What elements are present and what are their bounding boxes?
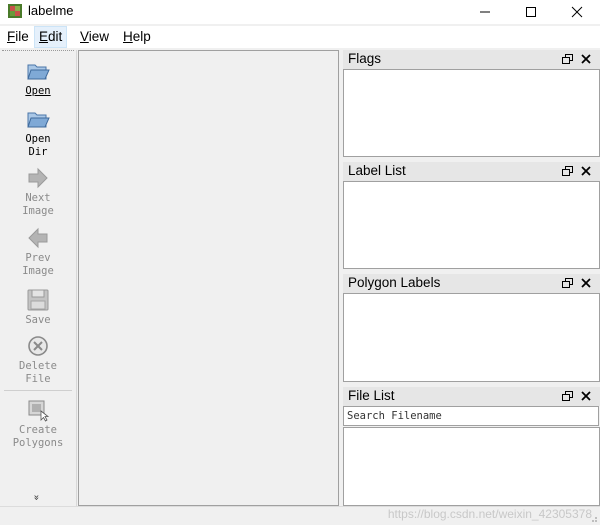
open-dir-button[interactable]: Open Dir	[0, 106, 76, 159]
open-button[interactable]: Open	[0, 58, 76, 98]
save-button[interactable]: Save	[0, 287, 76, 327]
menu-edit-label: dit	[48, 29, 63, 44]
folder-open-icon	[27, 64, 50, 80]
delete-file-button[interactable]: Delete File	[0, 333, 76, 386]
close-icon[interactable]	[580, 165, 592, 177]
file-list[interactable]	[343, 427, 600, 506]
arrow-right-icon	[28, 167, 48, 189]
size-grip-icon[interactable]	[588, 513, 598, 523]
toolbar-grip[interactable]	[2, 50, 74, 53]
close-icon[interactable]	[580, 390, 592, 402]
tools-toolbar: Open Open Dir Next Image Prev Image Save	[0, 50, 77, 506]
next-image-button[interactable]: Next Image	[0, 165, 76, 218]
file-search-input[interactable]	[343, 406, 599, 426]
delete-icon	[28, 336, 48, 356]
float-icon[interactable]	[562, 54, 573, 65]
close-icon[interactable]	[580, 53, 592, 65]
arrow-left-icon	[28, 227, 48, 249]
watermark-text: https://blog.csdn.net/weixin_42305378	[387, 507, 592, 521]
polygon-labels-dock: Polygon Labels	[343, 274, 600, 382]
window-title: labelme	[28, 3, 74, 18]
toolbar-separator	[4, 390, 72, 391]
float-icon[interactable]	[562, 391, 573, 402]
menu-help[interactable]: Help	[119, 26, 155, 48]
labelme-app-icon	[8, 4, 22, 18]
create-polygons-label: Create Polygons	[12, 424, 64, 449]
close-icon[interactable]	[580, 277, 592, 289]
file-list-dock-header[interactable]: File List	[343, 387, 600, 406]
polygon-labels-dock-header[interactable]: Polygon Labels	[343, 274, 600, 293]
menu-edit-mnemonic: E	[39, 29, 49, 44]
flags-dock: Flags	[343, 50, 600, 157]
menu-edit[interactable]: Edit	[34, 26, 68, 48]
save-label: Save	[25, 314, 51, 326]
file-list-dock: File List	[343, 387, 600, 506]
menu-help-mnemonic: H	[123, 29, 133, 44]
next-image-label: Next Image	[22, 192, 54, 217]
flags-dock-header[interactable]: Flags	[343, 50, 600, 69]
create-polygons-button[interactable]: Create Polygons	[0, 397, 76, 450]
menu-file-label: ile	[15, 29, 29, 44]
open-label: Open	[25, 85, 51, 97]
float-icon[interactable]	[562, 166, 573, 177]
save-icon	[27, 289, 49, 311]
create-polygon-icon	[28, 400, 50, 422]
image-canvas[interactable]	[78, 50, 339, 506]
menu-bar: File Edit View Help	[0, 26, 600, 48]
menu-view-mnemonic: V	[80, 29, 89, 44]
menu-view-label: iew	[88, 29, 110, 44]
label-list[interactable]	[343, 181, 600, 269]
delete-file-label: Delete File	[19, 360, 57, 385]
float-icon[interactable]	[562, 278, 573, 289]
file-list-dock-title: File List	[348, 388, 395, 403]
toolbar-extension-button[interactable]: »	[30, 492, 42, 503]
chevron-down-icon: »	[30, 494, 42, 501]
flags-dock-title: Flags	[348, 51, 382, 66]
prev-image-button[interactable]: Prev Image	[0, 225, 76, 278]
maximize-icon	[526, 7, 536, 17]
status-bar: https://blog.csdn.net/weixin_42305378	[0, 506, 600, 525]
close-icon	[571, 6, 583, 18]
open-dir-label: Open Dir	[25, 133, 51, 158]
maximize-button[interactable]	[508, 0, 554, 24]
menu-help-label: elp	[132, 29, 151, 44]
folder-open-icon	[27, 112, 50, 128]
title-bar: labelme	[0, 0, 600, 24]
polygon-labels-list[interactable]	[343, 293, 600, 382]
polygon-labels-dock-title: Polygon Labels	[348, 275, 441, 290]
menu-file[interactable]: File	[3, 26, 33, 48]
label-list-dock-title: Label List	[348, 163, 406, 178]
minimize-icon	[480, 11, 490, 13]
prev-image-label: Prev Image	[22, 252, 54, 277]
flags-list[interactable]	[343, 69, 600, 157]
menu-file-mnemonic: F	[7, 29, 16, 44]
menu-view[interactable]: View	[76, 26, 113, 48]
label-list-dock: Label List	[343, 162, 600, 269]
close-button[interactable]	[554, 0, 600, 24]
label-list-dock-header[interactable]: Label List	[343, 162, 600, 181]
minimize-button[interactable]	[462, 0, 508, 24]
